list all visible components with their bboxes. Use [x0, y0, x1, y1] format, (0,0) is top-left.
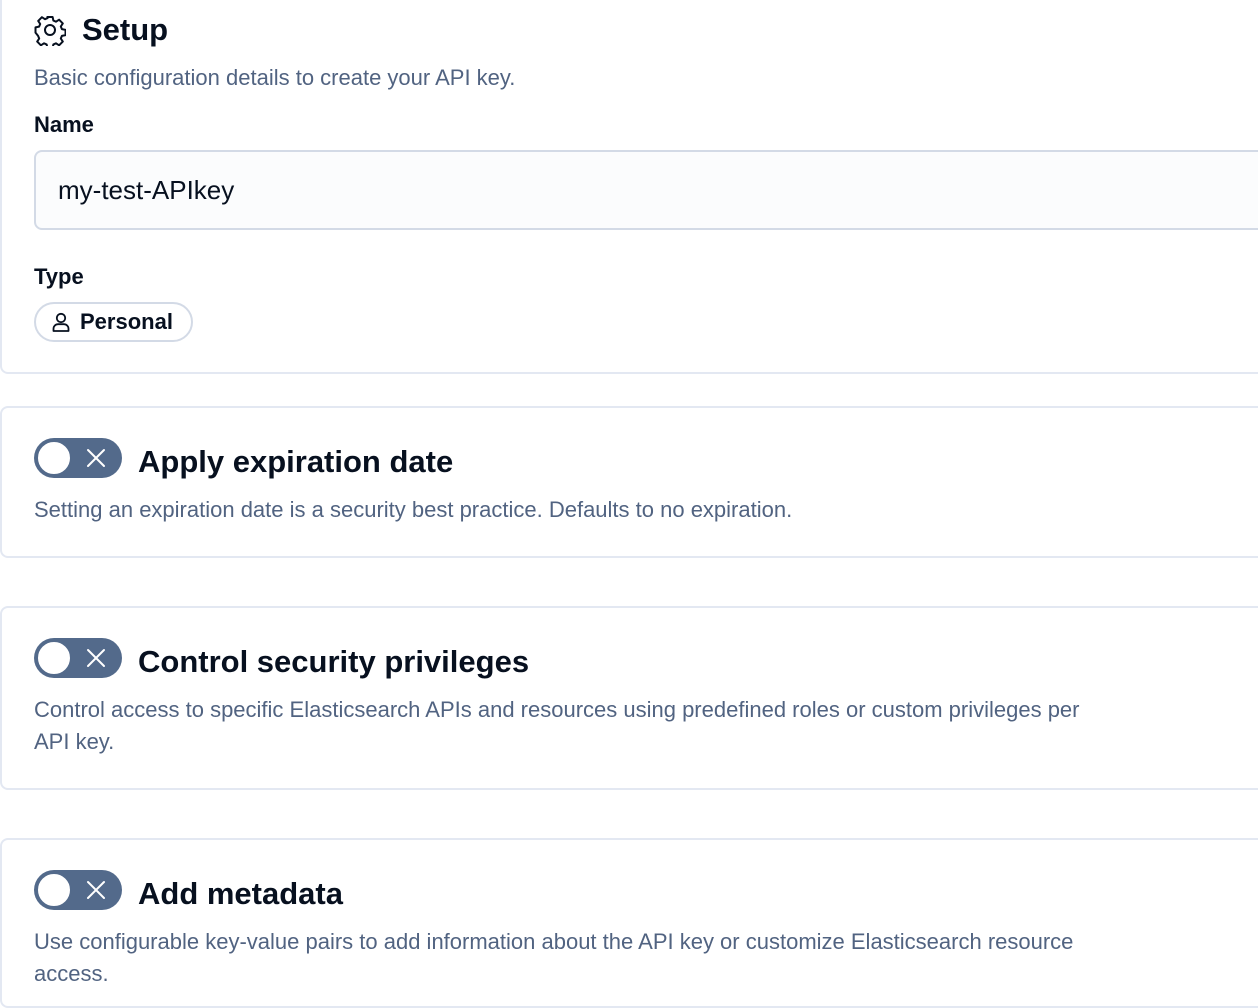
metadata-toggle[interactable] [34, 870, 122, 910]
user-icon [52, 312, 70, 332]
expiration-panel: Apply expiration date Setting an expirat… [0, 406, 1258, 558]
toggle-knob [36, 640, 72, 676]
name-input[interactable] [34, 150, 1258, 230]
cross-icon [84, 878, 108, 902]
toggle-knob [36, 872, 72, 908]
privileges-panel: Control security privileges Control acce… [0, 606, 1258, 790]
toggle-knob [36, 440, 72, 476]
cross-icon [84, 446, 108, 470]
setup-panel: Setup Basic configuration details to cre… [0, 0, 1258, 374]
setup-description: Basic configuration details to create yo… [34, 65, 516, 90]
privileges-description-line1: Control access to specific Elasticsearch… [34, 697, 1080, 722]
gear-icon [34, 14, 67, 49]
privileges-description-line2: API key. [34, 729, 115, 754]
setup-title: Setup [82, 12, 169, 47]
metadata-description-line1: Use configurable key-value pairs to add … [34, 929, 1074, 954]
metadata-description-line2: access. [34, 961, 109, 986]
cross-icon [84, 646, 108, 670]
expiration-description: Setting an expiration date is a security… [34, 497, 793, 522]
expiration-title: Apply expiration date [138, 444, 454, 479]
name-label: Name [34, 112, 94, 137]
type-badge-personal[interactable]: Personal [34, 302, 193, 342]
type-value: Personal [80, 309, 173, 334]
metadata-title: Add metadata [138, 876, 343, 911]
privileges-toggle[interactable] [34, 638, 122, 678]
type-label: Type [34, 264, 84, 289]
expiration-toggle[interactable] [34, 438, 122, 478]
privileges-title: Control security privileges [138, 644, 530, 679]
metadata-panel: Add metadata Use configurable key-value … [0, 838, 1258, 1008]
